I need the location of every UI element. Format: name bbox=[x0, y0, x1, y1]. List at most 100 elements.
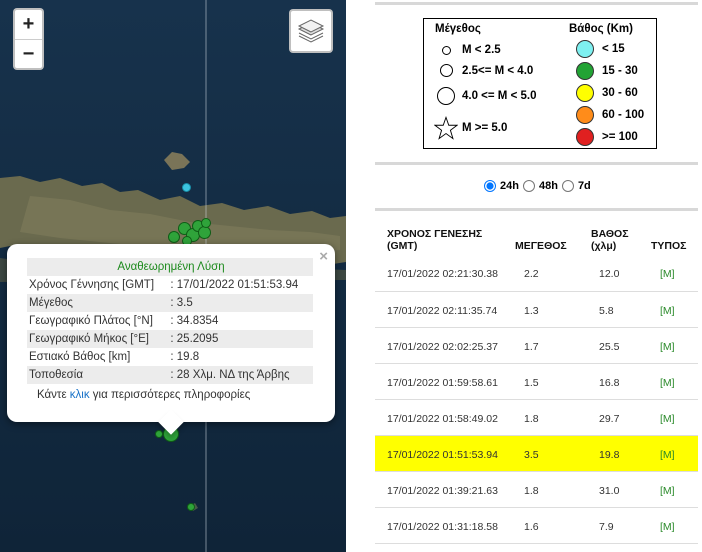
table-row-highlighted[interactable]: 17/01/2022 01:51:53.94 3.5 19.8 [M] bbox=[375, 436, 698, 472]
depth-swatch bbox=[576, 62, 594, 80]
table-row[interactable]: 17/01/2022 01:58:49.02 1.8 29.7 [M] bbox=[375, 400, 698, 436]
depth-swatch bbox=[576, 40, 594, 58]
earthquake-marker[interactable] bbox=[201, 218, 211, 228]
legend-magnitude-label: 4.0 <= M < 5.0 bbox=[462, 90, 537, 102]
popup-label: Τοποθεσία bbox=[27, 366, 169, 384]
legend-magnitude-item: M < 2.5 bbox=[434, 44, 501, 56]
label-24h: 24h bbox=[500, 180, 519, 192]
legend-depth-label: < 15 bbox=[602, 43, 625, 55]
earthquake-marker[interactable] bbox=[182, 183, 191, 192]
cell-time: 17/01/2022 01:39:21.63 bbox=[387, 485, 498, 497]
header-text: (χλμ) bbox=[591, 240, 617, 252]
cell-depth: 29.7 bbox=[599, 413, 620, 425]
col-depth-header: ΒΑΘΟΣ (χλμ) bbox=[591, 228, 629, 252]
depth-swatch bbox=[576, 106, 594, 124]
popup-label: Γεωγραφικό Μήκος [°E] bbox=[27, 330, 169, 348]
cell-time: 17/01/2022 01:59:58.61 bbox=[387, 377, 498, 389]
table-row[interactable]: 17/01/2022 01:59:58.61 1.5 16.8 [M] bbox=[375, 364, 698, 400]
star-icon bbox=[434, 115, 458, 140]
cell-magnitude: 1.8 bbox=[524, 413, 539, 425]
legend-depth-item: 15 - 30 bbox=[576, 62, 638, 80]
zoom-out-button[interactable]: − bbox=[15, 39, 42, 68]
medium-circle-icon bbox=[439, 64, 453, 77]
legend-magnitude-item: 2.5<= M < 4.0 bbox=[434, 64, 533, 77]
header-text: ΒΑΘΟΣ bbox=[591, 228, 629, 240]
label-48h: 48h bbox=[538, 180, 558, 192]
popup-details-table: Αναθεωρημένη Λύση Χρόνος Γέννησης [GMT]:… bbox=[27, 258, 313, 384]
cell-type-link[interactable]: [M] bbox=[660, 268, 675, 280]
radio-7d[interactable] bbox=[561, 180, 574, 192]
cell-magnitude: 1.8 bbox=[524, 485, 539, 497]
col-type-header: ΤΥΠΟΣ bbox=[651, 240, 687, 252]
legend-depth-label: 30 - 60 bbox=[602, 87, 638, 99]
cell-type-link[interactable]: [M] bbox=[660, 305, 675, 317]
cell-type-link[interactable]: [M] bbox=[660, 341, 675, 353]
cell-type-link[interactable]: [M] bbox=[660, 377, 675, 389]
legend-depth-item: 30 - 60 bbox=[576, 84, 638, 102]
legend-magnitude-title: Μέγεθος bbox=[435, 23, 481, 35]
radio-24h[interactable] bbox=[484, 180, 496, 192]
earthquake-popup: × Αναθεωρημένη Λύση Χρόνος Γέννησης [GMT… bbox=[7, 244, 335, 435]
cell-time: 17/01/2022 02:02:25.37 bbox=[387, 341, 498, 353]
cell-time: 17/01/2022 01:31:18.58 bbox=[387, 521, 498, 533]
cell-depth: 7.9 bbox=[599, 521, 614, 533]
popup-value: : 19.8 bbox=[170, 351, 200, 363]
popup-value: : 28 Χλμ. ΝΔ της Άρβης bbox=[168, 366, 313, 384]
radio-48h[interactable] bbox=[522, 180, 535, 192]
more-suffix: για περισσότερες πληροφορίες bbox=[89, 389, 251, 401]
time-filter: 24h 48h 7d bbox=[482, 180, 591, 192]
cell-type-link[interactable]: [M] bbox=[660, 449, 675, 461]
earthquake-marker[interactable] bbox=[168, 231, 180, 243]
legend-depth-label: 15 - 30 bbox=[602, 65, 638, 77]
popup-label: Χρόνος Γέννησης [GMT] bbox=[29, 279, 155, 291]
popup-label: Εστιακό Βάθος [km] bbox=[29, 351, 131, 363]
header-text: ΧΡΟΝΟΣ ΓΕΝΕΣΗΣ bbox=[387, 228, 483, 240]
small-circle-icon bbox=[441, 45, 451, 55]
cell-depth: 25.5 bbox=[599, 341, 620, 353]
cell-depth: 31.0 bbox=[599, 485, 620, 497]
popup-value: : 25.2095 bbox=[168, 330, 313, 348]
layers-button[interactable] bbox=[289, 9, 333, 53]
cell-depth: 12.0 bbox=[599, 268, 620, 280]
table-row[interactable]: 17/01/2022 01:31:18.58 1.6 7.9 [M] bbox=[375, 508, 698, 544]
more-prefix: Κάντε bbox=[37, 389, 70, 401]
col-time-header: ΧΡΟΝΟΣ ΓΕΝΕΣΗΣ (GMT) bbox=[387, 228, 482, 252]
col-magnitude-header: ΜΕΓΕΘΟΣ bbox=[515, 240, 567, 252]
cell-time: 17/01/2022 02:21:30.38 bbox=[387, 268, 498, 280]
legend-magnitude-label: M < 2.5 bbox=[462, 44, 501, 56]
legend-magnitude-label: 2.5<= M < 4.0 bbox=[462, 64, 534, 77]
popup-close-button[interactable]: × bbox=[319, 248, 328, 265]
table-row[interactable]: 17/01/2022 02:21:30.38 2.2 12.0 [M] bbox=[375, 262, 698, 292]
popup-value: : 3.5 bbox=[168, 294, 313, 312]
cell-time: 17/01/2022 02:11:35.74 bbox=[387, 305, 498, 317]
cell-magnitude: 1.5 bbox=[524, 377, 539, 389]
cell-type-link[interactable]: [M] bbox=[660, 413, 675, 425]
cell-magnitude: 1.6 bbox=[524, 521, 539, 533]
table-row[interactable]: 17/01/2022 02:02:25.37 1.7 25.5 [M] bbox=[375, 328, 698, 364]
legend-magnitude-item: 4.0 <= M < 5.0 bbox=[434, 87, 536, 105]
header-text: (GMT) bbox=[387, 240, 418, 252]
legend-magnitude-item: M >= 5.0 bbox=[434, 115, 507, 141]
more-info-link[interactable]: κλικ bbox=[70, 389, 90, 401]
table-row[interactable]: 17/01/2022 01:39:21.63 1.8 31.0 [M] bbox=[375, 472, 698, 508]
legend-depth-item: 60 - 100 bbox=[576, 106, 644, 124]
cell-time: 17/01/2022 01:51:53.94 bbox=[387, 449, 498, 461]
cell-depth: 19.8 bbox=[599, 449, 620, 461]
table-header: ΧΡΟΝΟΣ ΓΕΝΕΣΗΣ (GMT) ΜΕΓΕΘΟΣ ΒΑΘΟΣ (χλμ)… bbox=[375, 222, 698, 262]
popup-value: : 17/01/2022 01:51:53.94 bbox=[170, 279, 299, 291]
zoom-control: + − bbox=[13, 8, 44, 70]
earthquake-marker[interactable] bbox=[187, 503, 195, 511]
earthquake-map[interactable]: + − × Αναθεωρημένη Λύση Χρόνος Γέννησης … bbox=[0, 0, 346, 552]
legend-depth-label: >= 100 bbox=[602, 131, 638, 143]
earthquake-marker[interactable] bbox=[155, 430, 163, 438]
zoom-in-button[interactable]: + bbox=[15, 10, 42, 39]
table-row[interactable]: 17/01/2022 02:11:35.74 1.3 5.8 [M] bbox=[375, 292, 698, 328]
popup-value: : 34.8354 bbox=[170, 315, 219, 327]
legend-depth-title: Βάθος (Km) bbox=[569, 23, 633, 35]
depth-swatch bbox=[576, 84, 594, 102]
cell-magnitude: 1.7 bbox=[524, 341, 539, 353]
large-circle-icon bbox=[437, 87, 455, 105]
side-panel: Μέγεθος Βάθος (Km) M < 2.5 2.5<= M < 4.0… bbox=[346, 0, 702, 552]
cell-type-link[interactable]: [M] bbox=[660, 485, 675, 497]
cell-type-link[interactable]: [M] bbox=[660, 521, 675, 533]
